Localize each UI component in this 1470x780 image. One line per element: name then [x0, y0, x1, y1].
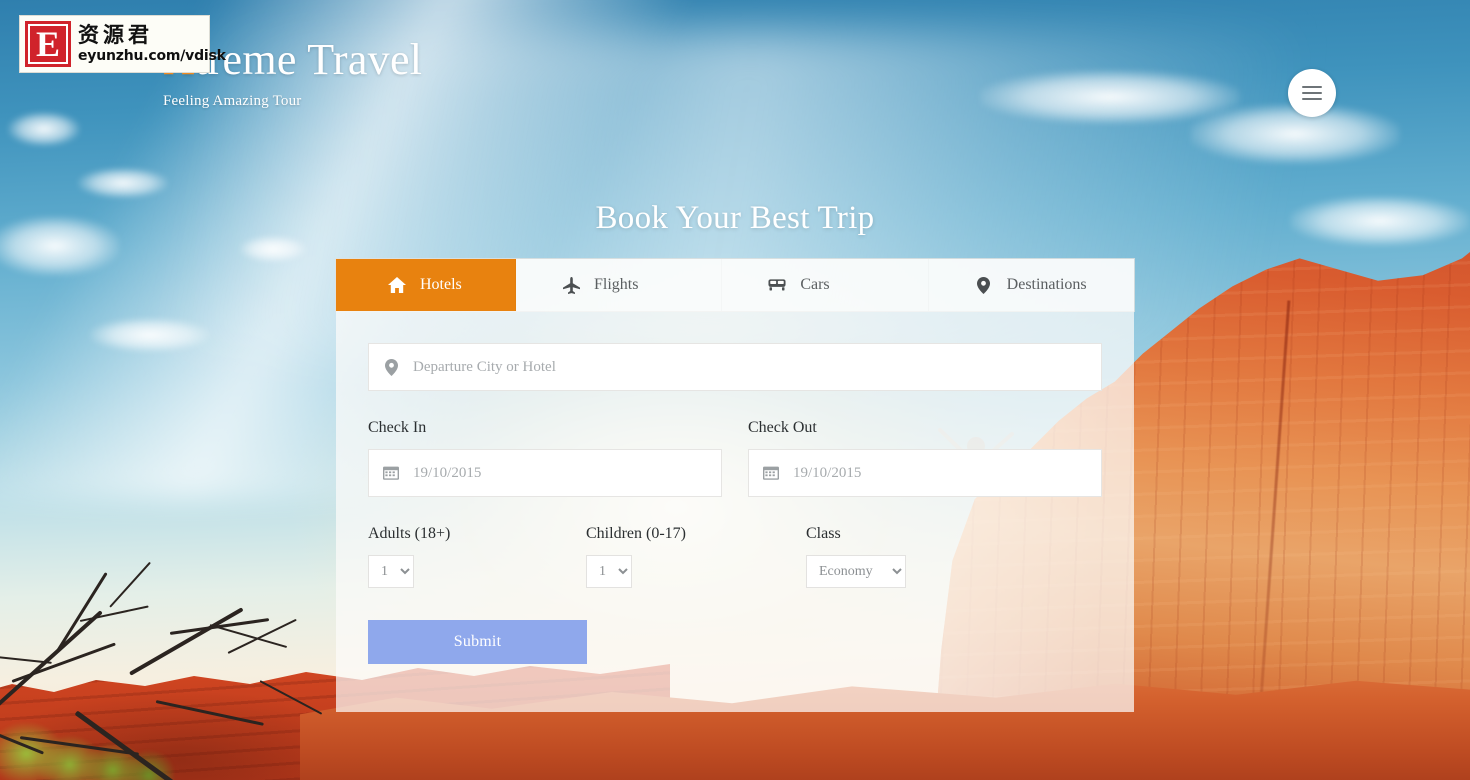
- destination-input-wrap[interactable]: [368, 343, 1102, 391]
- check-in-input[interactable]: [413, 450, 721, 496]
- adults-label: Adults (18+): [368, 525, 451, 542]
- hamburger-line: [1302, 92, 1322, 94]
- hamburger-line: [1302, 98, 1322, 100]
- watermark-overlay: E 资源君 eyunzhu.com/vdisk: [19, 15, 226, 73]
- map-pin-icon: [975, 276, 993, 294]
- calendar-icon: [369, 465, 413, 481]
- check-out-input-wrap[interactable]: [748, 449, 1102, 497]
- check-in-field: Check In: [368, 391, 722, 497]
- brand-tagline: Feeling Amazing Tour: [163, 93, 302, 109]
- destination-input[interactable]: [413, 344, 1101, 390]
- home-icon: [388, 277, 406, 293]
- booking-tabs: Hotels Flights Cars Destinations: [336, 259, 1134, 311]
- check-out-field: Check Out: [748, 391, 1102, 497]
- tab-flights[interactable]: Flights: [516, 259, 722, 311]
- passenger-fields-row: Adults (18+) 123456 Children (0-17) 1234…: [368, 497, 1102, 588]
- calendar-icon: [749, 465, 793, 481]
- tab-cars[interactable]: Cars: [722, 259, 928, 311]
- children-label: Children (0-17): [586, 525, 686, 542]
- plane-icon: [562, 276, 580, 294]
- class-field: Class EconomyBusinessFirst: [806, 497, 1026, 588]
- booking-widget: Book Your Best Trip Hotels Flights Cars …: [336, 200, 1134, 712]
- cloud-puff: [0, 216, 120, 276]
- map-pin-icon: [369, 358, 413, 376]
- cloud-puff: [78, 168, 168, 198]
- brand-title: Xtreme Travel: [163, 38, 583, 82]
- date-fields-row: Check In 19/10/2015 Check Out 19/10/2015: [368, 391, 1102, 497]
- watermark-logo-letter: E: [25, 21, 71, 67]
- adults-select[interactable]: 123456: [368, 555, 414, 588]
- brand-logo[interactable]: Xtreme Travel Feeling Amazing Tour: [163, 38, 583, 110]
- booking-heading: Book Your Best Trip: [595, 200, 875, 236]
- check-in-input-wrap[interactable]: [368, 449, 722, 497]
- tab-destinations-label: Destinations: [1006, 276, 1087, 293]
- class-label: Class: [806, 525, 841, 542]
- hamburger-line: [1302, 86, 1322, 88]
- tab-hotels-label: Hotels: [420, 276, 462, 293]
- submit-button[interactable]: Submit: [368, 620, 587, 664]
- children-field: Children (0-17) 123456: [586, 497, 806, 588]
- watermark-chinese-text: 资源君: [78, 23, 153, 48]
- watermark-url: eyunzhu.com/vdisk: [78, 47, 226, 64]
- check-in-label: Check In: [368, 419, 427, 436]
- booking-form-panel: Check In: [336, 311, 1134, 712]
- tab-flights-label: Flights: [594, 276, 639, 293]
- car-icon: [768, 278, 786, 292]
- cloud-puff: [1290, 196, 1470, 246]
- check-out-label: Check Out: [748, 419, 817, 436]
- brand-title-rest: treme Travel: [195, 35, 423, 84]
- tab-cars-label: Cars: [800, 276, 830, 293]
- adults-field: Adults (18+) 123456: [368, 497, 586, 588]
- tab-hotels[interactable]: Hotels: [336, 259, 516, 311]
- destination-field-row: [368, 343, 1102, 391]
- bare-tree: [0, 560, 380, 780]
- children-select[interactable]: 123456: [586, 555, 632, 588]
- check-out-input[interactable]: [793, 450, 1101, 496]
- class-select[interactable]: EconomyBusinessFirst: [806, 555, 906, 588]
- tab-destinations[interactable]: Destinations: [929, 259, 1134, 311]
- hamburger-menu-button[interactable]: [1288, 69, 1336, 117]
